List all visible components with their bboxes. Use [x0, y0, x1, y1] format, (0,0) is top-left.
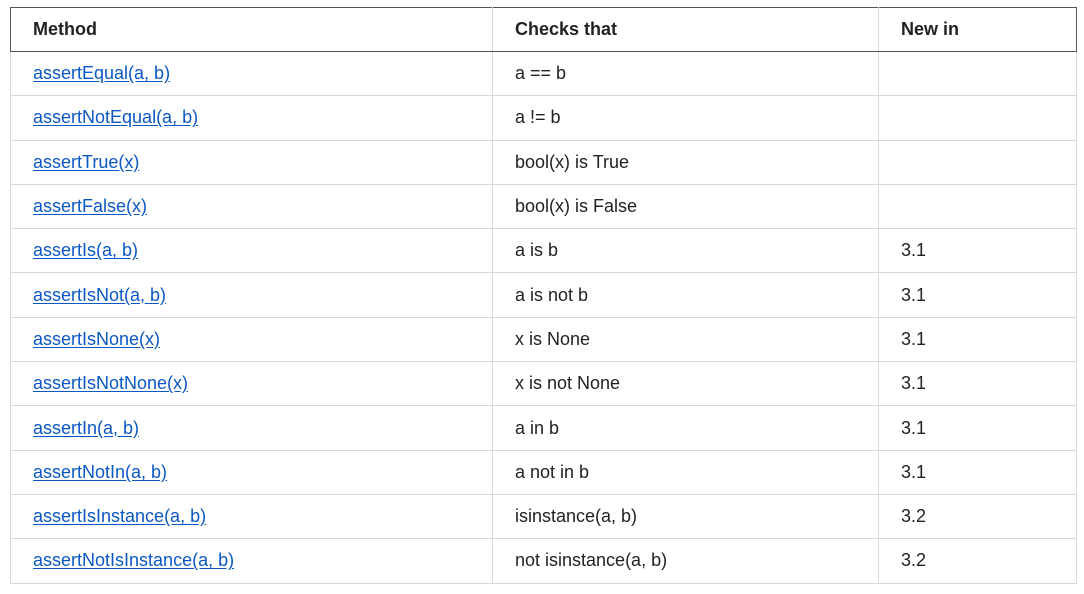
checks-cell: a != b [492, 95, 879, 141]
method-cell: assertEqual(a, b) [10, 50, 493, 97]
method-cell: assertNotEqual(a, b) [10, 95, 493, 141]
new-in-cell: 3.1 [878, 405, 1077, 451]
table-row: assertIsNot(a, b) a is not b 3.1 [10, 272, 1077, 318]
method-cell: assertIsNone(x) [10, 316, 493, 363]
new-in-cell [878, 183, 1077, 230]
method-link[interactable]: assertIn(a, b) [33, 418, 139, 438]
checks-cell: a is b [492, 228, 879, 274]
method-link[interactable]: assertIsNot(a, b) [33, 285, 166, 305]
checks-cell: a not in b [492, 449, 879, 495]
table-row: assertNotIsInstance(a, b) not isinstance… [10, 538, 1077, 584]
new-in-cell: 3.2 [878, 538, 1077, 584]
table-row: assertIsNone(x) x is None 3.1 [10, 316, 1077, 363]
method-cell: assertIsNot(a, b) [10, 272, 493, 318]
method-link[interactable]: assertNotIsInstance(a, b) [33, 550, 234, 570]
checks-cell: not isinstance(a, b) [492, 538, 879, 584]
header-new-in: New in [878, 7, 1077, 52]
table-row: assertNotIn(a, b) a not in b 3.1 [10, 449, 1077, 495]
table-row: assertEqual(a, b) a == b [10, 50, 1077, 97]
method-link[interactable]: assertIs(a, b) [33, 240, 138, 260]
method-link[interactable]: assertNotEqual(a, b) [33, 107, 198, 127]
method-cell: assertIsInstance(a, b) [10, 493, 493, 540]
checks-cell: isinstance(a, b) [492, 493, 879, 540]
table-row: assertFalse(x) bool(x) is False [10, 183, 1077, 230]
table-row: assertIs(a, b) a is b 3.1 [10, 228, 1077, 274]
method-cell: assertTrue(x) [10, 139, 493, 185]
table-header: Method Checks that New in [10, 7, 1077, 52]
method-link[interactable]: assertNotIn(a, b) [33, 462, 167, 482]
method-cell: assertNotIsInstance(a, b) [10, 538, 493, 584]
method-cell: assertIn(a, b) [10, 405, 493, 451]
method-link[interactable]: assertEqual(a, b) [33, 63, 170, 83]
checks-cell: x is None [492, 316, 879, 363]
checks-cell: x is not None [492, 361, 879, 407]
header-checks-that: Checks that [492, 7, 879, 52]
checks-cell: bool(x) is True [492, 139, 879, 185]
header-row: Method Checks that New in [10, 7, 1077, 52]
new-in-cell [878, 139, 1077, 185]
new-in-cell: 3.1 [878, 228, 1077, 274]
method-cell: assertNotIn(a, b) [10, 449, 493, 495]
table-row: assertTrue(x) bool(x) is True [10, 139, 1077, 185]
checks-cell: a in b [492, 405, 879, 451]
table-row: assertNotEqual(a, b) a != b [10, 95, 1077, 141]
table-row: assertIsInstance(a, b) isinstance(a, b) … [10, 493, 1077, 540]
new-in-cell: 3.1 [878, 316, 1077, 363]
new-in-cell: 3.1 [878, 272, 1077, 318]
checks-cell: a == b [492, 50, 879, 97]
new-in-cell: 3.1 [878, 361, 1077, 407]
table-body: assertEqual(a, b) a == b assertNotEqual(… [10, 50, 1077, 584]
method-link[interactable]: assertIsNone(x) [33, 329, 160, 349]
new-in-cell [878, 95, 1077, 141]
method-link[interactable]: assertIsInstance(a, b) [33, 506, 206, 526]
table-row: assertIn(a, b) a in b 3.1 [10, 405, 1077, 451]
checks-cell: bool(x) is False [492, 183, 879, 230]
checks-cell: a is not b [492, 272, 879, 318]
new-in-cell: 3.1 [878, 449, 1077, 495]
method-link[interactable]: assertIsNotNone(x) [33, 373, 188, 393]
method-link[interactable]: assertTrue(x) [33, 152, 139, 172]
assert-methods-table-container: Method Checks that New in assertEqual(a,… [10, 7, 1077, 584]
table-row: assertIsNotNone(x) x is not None 3.1 [10, 361, 1077, 407]
header-method: Method [10, 7, 493, 52]
method-cell: assertIs(a, b) [10, 228, 493, 274]
method-link[interactable]: assertFalse(x) [33, 196, 147, 216]
assert-methods-table: Method Checks that New in assertEqual(a,… [10, 7, 1077, 584]
new-in-cell: 3.2 [878, 493, 1077, 540]
method-cell: assertIsNotNone(x) [10, 361, 493, 407]
new-in-cell [878, 50, 1077, 97]
method-cell: assertFalse(x) [10, 183, 493, 230]
